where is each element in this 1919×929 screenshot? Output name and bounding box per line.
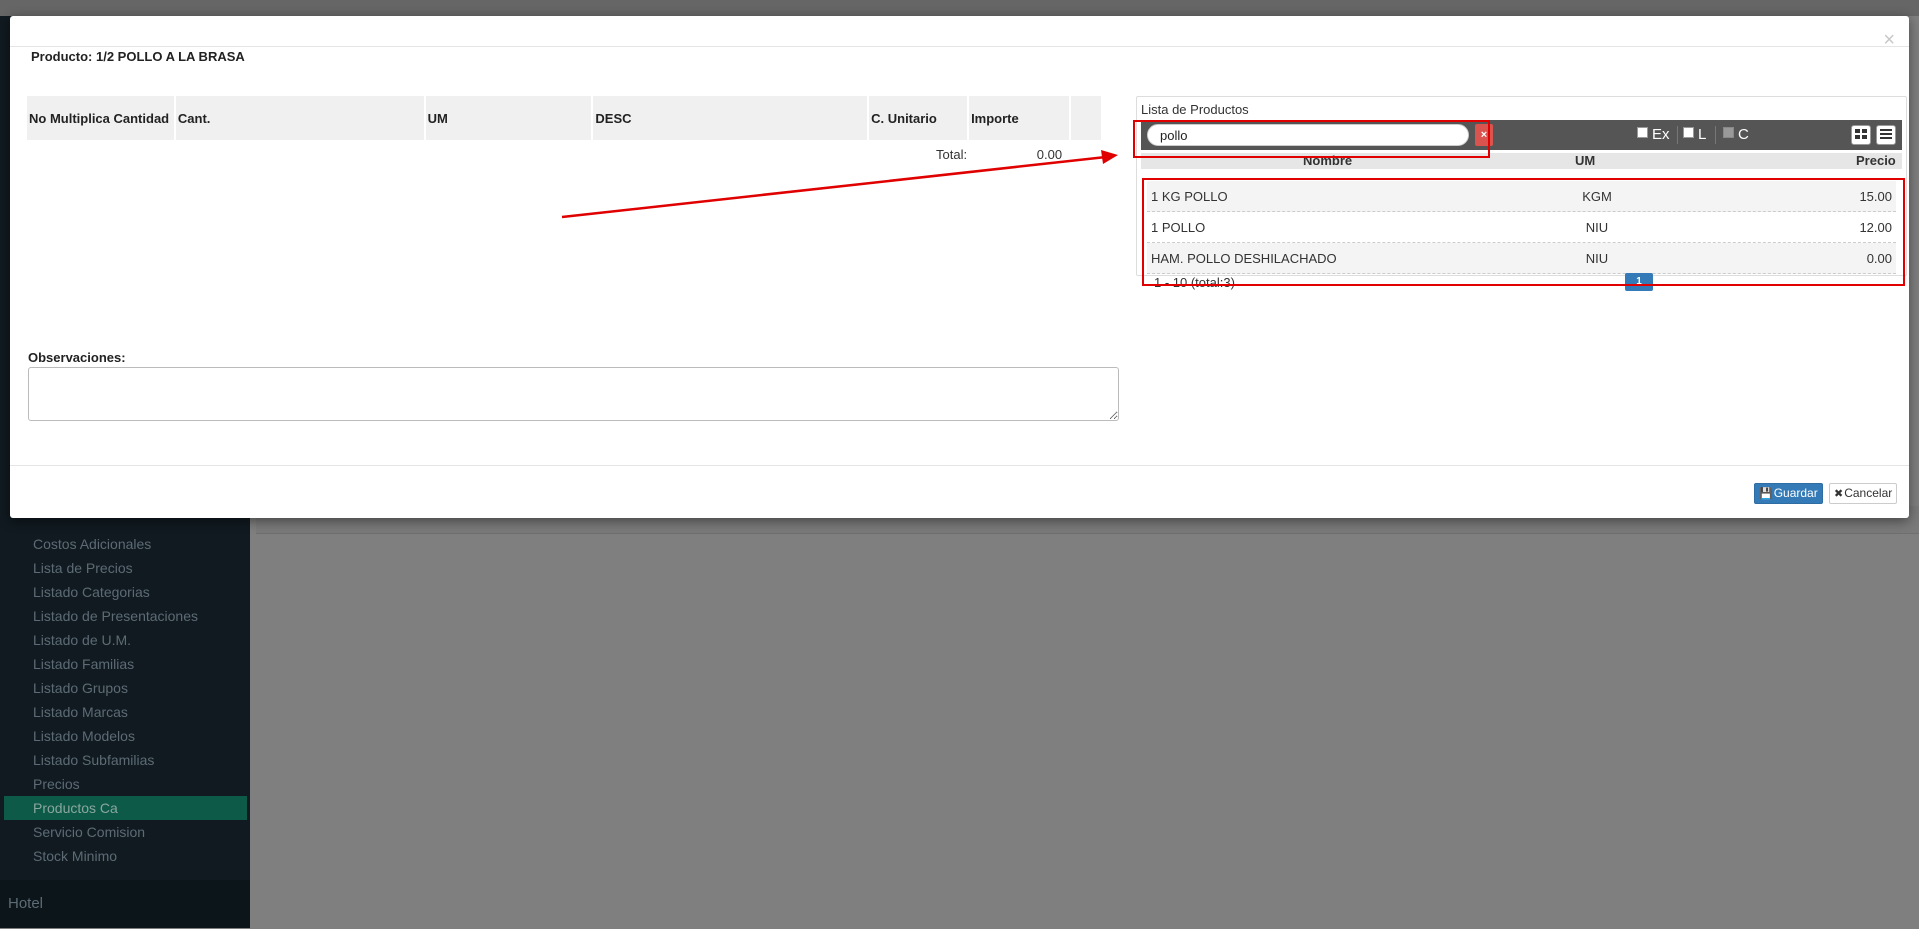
filter-ex-label: Ex bbox=[1652, 126, 1670, 143]
row-um: KGM bbox=[1582, 189, 1612, 204]
row-name: HAM. POLLO DESHILACHADO bbox=[1151, 251, 1337, 266]
row-price: 0.00 bbox=[1866, 251, 1892, 266]
clear-search-button[interactable]: × bbox=[1475, 124, 1493, 146]
checkbox-icon bbox=[1637, 127, 1648, 138]
col-nombre: Nombre bbox=[1303, 153, 1353, 168]
toolbar-divider bbox=[1715, 126, 1716, 144]
table-row[interactable]: 1 POLLO NIU 12.00 bbox=[1147, 212, 1896, 243]
sidebar-item-listado-grupos[interactable]: Listado Grupos bbox=[4, 676, 247, 700]
filter-c-checkbox[interactable]: C bbox=[1723, 125, 1749, 145]
table-row[interactable]: 1 KG POLLO KGM 15.00 bbox=[1147, 181, 1896, 212]
grid-view-icon bbox=[1855, 129, 1867, 139]
row-price: 15.00 bbox=[1859, 189, 1892, 204]
sidebar-item-servicio-comision[interactable]: Servicio Comision bbox=[4, 820, 247, 844]
product-list-toolbar: × Ex L C bbox=[1141, 120, 1902, 150]
app-topbar bbox=[0, 0, 1919, 16]
sidebar-menu: Costos Adicionales Lista de Precios List… bbox=[4, 532, 247, 868]
arrow-line bbox=[561, 155, 1107, 219]
col-precio: Precio bbox=[1856, 153, 1896, 168]
sidebar-item-listado-familias[interactable]: Listado Familias bbox=[4, 652, 247, 676]
save-label: Guardar bbox=[1773, 486, 1818, 500]
col-desc: DESC bbox=[592, 96, 870, 140]
table-header-row: No Multiplica Cantidad Cant. UM DESC C. … bbox=[27, 96, 1103, 140]
sidebar-item-stock-minimo[interactable]: Stock Minimo bbox=[4, 844, 247, 868]
sidebar-section-hotel[interactable]: Hotel bbox=[0, 880, 250, 928]
sidebar-item-listado-categorias[interactable]: Listado Categorias bbox=[4, 580, 247, 604]
table-row[interactable]: HAM. POLLO DESHILACHADO NIU 0.00 bbox=[1147, 243, 1896, 274]
row-price: 12.00 bbox=[1859, 220, 1892, 235]
col-um-list: UM bbox=[1575, 153, 1596, 168]
list-view-icon bbox=[1880, 129, 1892, 139]
close-icon[interactable]: × bbox=[1883, 30, 1895, 50]
row-name: 1 KG POLLO bbox=[1151, 189, 1228, 204]
filter-l-checkbox[interactable]: L bbox=[1683, 125, 1706, 145]
sidebar-item-costos-adicionales[interactable]: Costos Adicionales bbox=[4, 532, 247, 556]
filter-c-label: C bbox=[1738, 126, 1749, 143]
save-icon: 💾 bbox=[1759, 488, 1773, 500]
checkbox-icon bbox=[1683, 127, 1694, 138]
col-c-unitario: C. Unitario bbox=[868, 96, 970, 140]
toolbar-divider bbox=[1677, 126, 1678, 144]
col-cant: Cant. bbox=[174, 96, 426, 140]
sidebar-item-lista-de-precios[interactable]: Lista de Precios bbox=[4, 556, 247, 580]
sidebar-item-listado-marcas[interactable]: Listado Marcas bbox=[4, 700, 247, 724]
product-modal: × Producto: 1/2 POLLO A LA BRASA No Mult… bbox=[10, 16, 1909, 518]
observations-label: Observaciones: bbox=[28, 350, 126, 365]
close-x-icon: ✖ bbox=[1834, 488, 1844, 500]
sidebar-item-productos-ca[interactable]: Productos Ca bbox=[4, 796, 247, 820]
col-um: UM bbox=[424, 96, 594, 140]
product-search-input[interactable] bbox=[1147, 124, 1469, 146]
filter-l-label: L bbox=[1698, 126, 1707, 143]
modal-footer-divider bbox=[10, 465, 1909, 466]
row-um: NIU bbox=[1585, 220, 1609, 235]
modal-title: Producto: 1/2 POLLO A LA BRASA bbox=[31, 49, 245, 64]
product-list-header: Nombre UM Precio bbox=[1141, 153, 1902, 169]
cancel-label: Cancelar bbox=[1844, 486, 1893, 500]
grid-view-button[interactable] bbox=[1851, 125, 1871, 145]
page-1-button[interactable]: 1 bbox=[1625, 273, 1653, 291]
cancel-button[interactable]: ✖Cancelar bbox=[1829, 483, 1898, 504]
col-importe: Importe bbox=[968, 96, 1071, 140]
sidebar-item-listado-presentaciones[interactable]: Listado de Presentaciones bbox=[4, 604, 247, 628]
product-list-panel: Lista de Productos × Ex L C bbox=[1136, 96, 1907, 276]
product-detail-table: No Multiplica Cantidad Cant. UM DESC C. … bbox=[27, 96, 1103, 140]
col-no-multiplica-cantidad: No Multiplica Cantidad bbox=[27, 96, 176, 140]
row-name: 1 POLLO bbox=[1151, 220, 1206, 235]
list-view-button[interactable] bbox=[1876, 125, 1896, 145]
sidebar-item-listado-um[interactable]: Listado de U.M. bbox=[4, 628, 247, 652]
sidebar-item-listado-subfamilias[interactable]: Listado Subfamilias bbox=[4, 748, 247, 772]
filter-ex-checkbox[interactable]: Ex bbox=[1637, 125, 1670, 145]
arrow-head bbox=[1101, 150, 1118, 164]
col-actions bbox=[1070, 96, 1103, 140]
annotation-arrow bbox=[561, 150, 1118, 219]
modal-header-divider bbox=[10, 46, 1909, 47]
row-um: NIU bbox=[1585, 251, 1609, 266]
observations-textarea[interactable] bbox=[28, 367, 1119, 421]
sidebar-item-precios[interactable]: Precios bbox=[4, 772, 247, 796]
checkbox-icon bbox=[1723, 127, 1734, 138]
sidebar-item-listado-modelos[interactable]: Listado Modelos bbox=[4, 724, 247, 748]
product-list-title: Lista de Productos bbox=[1141, 102, 1249, 117]
save-button[interactable]: 💾Guardar bbox=[1754, 483, 1823, 504]
pager-info: 1 - 10 (total:3) bbox=[1154, 275, 1235, 290]
